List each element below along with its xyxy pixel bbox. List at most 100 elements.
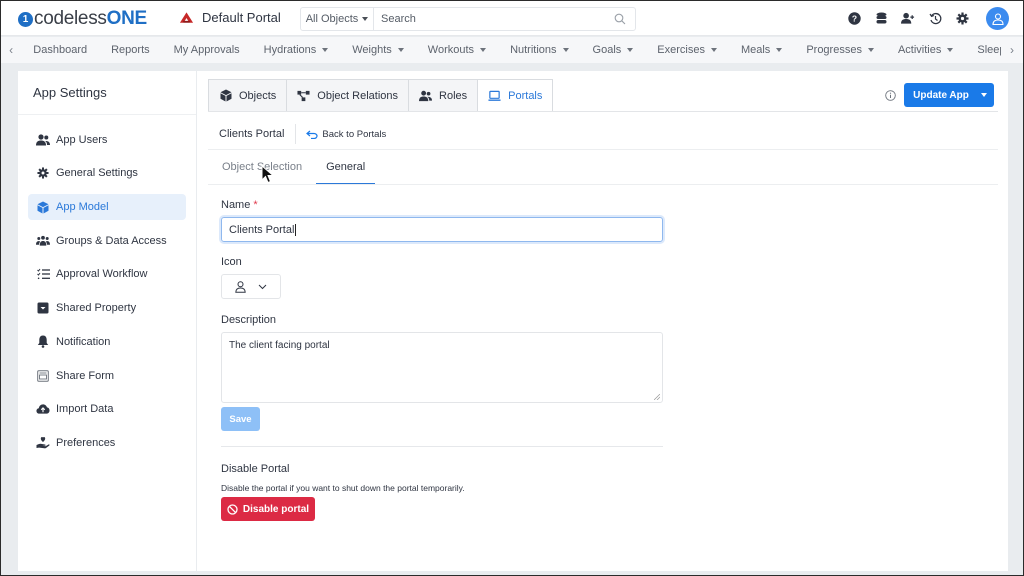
nav-item-exercises[interactable]: Exercises <box>645 37 729 63</box>
sidebar-item-label: Share Form <box>56 369 115 382</box>
sidebar-title: App Settings <box>18 71 196 115</box>
caret-down-icon <box>362 17 369 21</box>
search-icon[interactable] <box>605 13 635 25</box>
nav-item-dashboard[interactable]: Dashboard <box>21 37 99 63</box>
sidebar-item-label: App Users <box>56 133 108 146</box>
database-icon[interactable] <box>874 12 888 26</box>
shared-box-icon <box>36 301 50 315</box>
tab-objects[interactable]: Objects <box>208 79 287 112</box>
relations-icon <box>297 89 310 102</box>
divider <box>208 149 998 150</box>
caret-down-icon <box>867 48 874 52</box>
sidebar-item-share-form[interactable]: Share Form <box>28 363 186 389</box>
sidebar-item-groups-data-access[interactable]: Groups & Data Access <box>28 228 186 254</box>
nav-item-label: Activities <box>897 44 942 56</box>
nav-item-label: Exercises <box>657 44 705 56</box>
nav-item-hydrations[interactable]: Hydrations <box>252 37 341 63</box>
update-app-label: Update App <box>913 89 969 101</box>
back-to-portals-link[interactable]: Back to Portals <box>296 129 386 140</box>
description-value: The client facing portal <box>229 340 330 351</box>
update-app-button[interactable]: Update App <box>904 83 994 107</box>
sidebar-item-label: Import Data <box>56 403 114 416</box>
sidebar-item-label: App Model <box>56 201 109 214</box>
laptop-icon <box>488 89 501 102</box>
update-app-dropdown[interactable] <box>974 93 994 97</box>
avatar[interactable] <box>986 7 1009 30</box>
search-input[interactable] <box>374 8 605 30</box>
help-icon[interactable]: ? <box>847 12 861 26</box>
global-search: All Objects <box>300 7 636 31</box>
logo-mark-icon: 1 <box>18 11 33 27</box>
users-icon <box>36 133 50 147</box>
nav-item-progresses[interactable]: Progresses <box>794 37 886 63</box>
nav-item-workouts[interactable]: Workouts <box>416 37 498 63</box>
subtab-object-selection[interactable]: Object Selection <box>212 153 312 185</box>
disable-portal-button[interactable]: Disable portal <box>221 497 315 521</box>
gear-icon <box>36 166 50 180</box>
nav-item-my-approvals[interactable]: My Approvals <box>162 37 252 63</box>
logo[interactable]: 1 codelessONE <box>18 8 147 30</box>
save-button[interactable]: Save <box>221 407 260 431</box>
hand-heart-icon <box>36 436 50 450</box>
sidebar-item-general-settings[interactable]: General Settings <box>28 160 186 186</box>
caret-down-icon <box>562 48 569 52</box>
sidebar-item-app-model[interactable]: App Model <box>28 194 186 221</box>
nav-scroll-left-icon[interactable]: ‹ <box>1 37 21 63</box>
sidebar-item-app-users[interactable]: App Users <box>28 127 186 153</box>
name-label: Name * <box>221 199 663 211</box>
nav-item-nutritions[interactable]: Nutritions <box>498 37 580 63</box>
tab-portals[interactable]: Portals <box>477 79 554 112</box>
portal-title: Clients Portal <box>219 124 297 144</box>
nav-scroll-right-icon[interactable]: › <box>1001 37 1023 63</box>
object-navbar: ‹ Dashboard Reports My Approvals Hydrations… <box>1 37 1023 63</box>
search-scope-dropdown[interactable]: All Objects <box>301 8 374 30</box>
sidebar-item-label: General Settings <box>56 167 138 180</box>
tab-label: Objects <box>239 89 277 102</box>
caret-down-icon <box>322 48 329 52</box>
portal-general-form: Name * Clients Portal Icon Description Th… <box>221 199 663 521</box>
gear-icon[interactable] <box>955 12 969 26</box>
back-arrow-icon <box>306 130 318 139</box>
nav-item-label: Reports <box>111 44 150 56</box>
tab-object-relations[interactable]: Object Relations <box>286 79 409 112</box>
add-user-icon[interactable] <box>901 12 915 26</box>
sidebar-item-label: Approval Workflow <box>56 268 148 281</box>
portal-switcher[interactable]: Default Portal <box>179 10 281 25</box>
icon-label: Icon <box>221 256 242 268</box>
caret-down-icon <box>627 48 634 52</box>
sidebar-item-notification[interactable]: Notification <box>28 329 186 355</box>
tab-label: Roles <box>439 89 468 102</box>
icon-select[interactable] <box>221 274 281 299</box>
nav-item-goals[interactable]: Goals <box>581 37 646 63</box>
nav-item-label: Workouts <box>427 44 475 56</box>
resize-grip-icon[interactable] <box>654 394 660 400</box>
divider <box>208 184 998 185</box>
nav-item-activities[interactable]: Activities <box>886 37 965 63</box>
tab-roles[interactable]: Roles <box>408 79 478 112</box>
sidebar-item-label: Shared Property <box>56 302 137 315</box>
nav-item-meals[interactable]: Meals <box>729 37 794 63</box>
description-textarea[interactable]: The client facing portal <box>221 332 663 403</box>
sidebar-item-approval-workflow[interactable]: Approval Workflow <box>28 261 186 287</box>
sidebar-item-shared-property[interactable]: Shared Property <box>28 295 186 321</box>
required-mark: * <box>253 199 258 211</box>
history-icon[interactable] <box>928 12 942 26</box>
disable-portal-label: Disable portal <box>242 503 310 515</box>
sidebar-item-preferences[interactable]: Preferences <box>28 430 186 456</box>
nav-item-label: Progresses <box>806 44 862 56</box>
description-label: Description <box>221 314 277 326</box>
logo-suffix: ONE <box>106 8 148 29</box>
info-icon[interactable] <box>885 90 896 104</box>
nav-item-reports[interactable]: Reports <box>99 37 162 63</box>
svg-text:?: ? <box>851 14 856 24</box>
tab-label: Object Relations <box>317 89 399 102</box>
nav-item-weights[interactable]: Weights <box>340 37 416 63</box>
cloud-upload-icon <box>36 402 50 416</box>
caret-down-icon <box>710 48 717 52</box>
name-value: Clients Portal <box>229 223 295 236</box>
checklist-icon <box>36 267 50 281</box>
name-input[interactable]: Clients Portal <box>221 217 663 242</box>
sidebar-item-import-data[interactable]: Import Data <box>28 396 186 422</box>
subtab-general[interactable]: General <box>316 153 376 185</box>
portal-name: Default Portal <box>202 10 281 25</box>
